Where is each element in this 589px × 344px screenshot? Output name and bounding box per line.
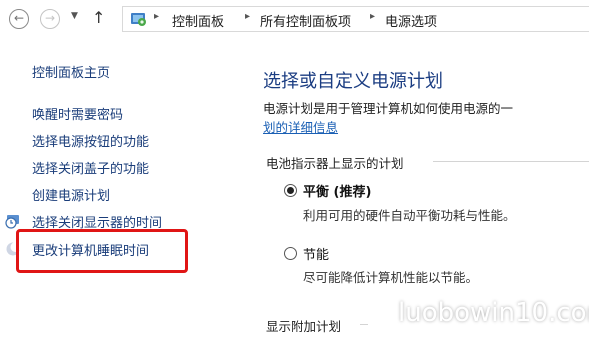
page-title: 选择或自定义电源计划 xyxy=(263,71,443,92)
breadcrumb-control-panel[interactable]: 控制面板 xyxy=(172,11,224,30)
sidebar-home-link[interactable]: 控制面板主页 xyxy=(32,62,110,81)
arrow-left-icon: ← xyxy=(13,11,25,25)
plan-balanced-radio[interactable] xyxy=(284,184,297,197)
plan-details-link[interactable]: 划的详细信息 xyxy=(263,117,338,136)
up-button[interactable]: ↑ xyxy=(92,8,105,27)
plan-power-saver-radio[interactable] xyxy=(284,247,297,260)
show-additional-plans-toggle[interactable]: 显示附加计划 xyxy=(266,316,341,335)
page-description: 电源计划是用于管理计算机如何使用电源的一 xyxy=(263,101,514,116)
chevron-down-icon: ▼ xyxy=(71,11,78,21)
navigation-bar: ← → ▼ ↑ ▸ 控制面板 ▸ 所有控制面板项 ▸ 电源选项 xyxy=(0,0,589,38)
breadcrumb-separator: ▸ xyxy=(245,11,251,22)
breadcrumb-power-options[interactable]: 电源选项 xyxy=(385,11,437,30)
breadcrumb-separator: ▸ xyxy=(370,11,376,22)
sidebar-item-create-plan[interactable]: 创建电源计划 xyxy=(32,185,110,204)
arrow-right-icon: → xyxy=(44,11,56,25)
sidebar-item-power-button[interactable]: 选择电源按钮的功能 xyxy=(32,131,149,150)
highlight-annotation-box xyxy=(16,229,188,273)
watermark-text: luobowin10.com xyxy=(398,298,589,328)
arrow-up-icon: ↑ xyxy=(92,8,106,27)
section-divider xyxy=(360,324,368,325)
section-divider xyxy=(433,161,589,162)
plan-balanced-description: 利用可用的硬件自动平衡功耗与性能。 xyxy=(303,208,516,223)
breadcrumb-separator: ▸ xyxy=(154,11,160,22)
windows-logo-icon xyxy=(372,304,392,324)
breadcrumb-all-items[interactable]: 所有控制面板项 xyxy=(260,11,351,30)
back-button[interactable]: ← xyxy=(9,9,29,29)
control-panel-icon xyxy=(131,13,146,26)
battery-plans-heading: 电池指示器上显示的计划 xyxy=(266,156,404,171)
recent-pages-button[interactable]: ▼ xyxy=(71,11,78,21)
display-clock-icon xyxy=(5,215,19,229)
plan-power-saver-label[interactable]: 节能 xyxy=(303,244,329,263)
plan-balanced-label[interactable]: 平衡 (推荐) xyxy=(303,181,371,200)
plan-power-saver-description: 尽可能降低计算机性能以节能。 xyxy=(303,270,479,285)
sidebar-item-lid-close[interactable]: 选择关闭盖子的功能 xyxy=(32,158,149,177)
sidebar-item-require-password[interactable]: 唤醒时需要密码 xyxy=(32,104,123,123)
forward-button[interactable]: → xyxy=(40,9,60,29)
